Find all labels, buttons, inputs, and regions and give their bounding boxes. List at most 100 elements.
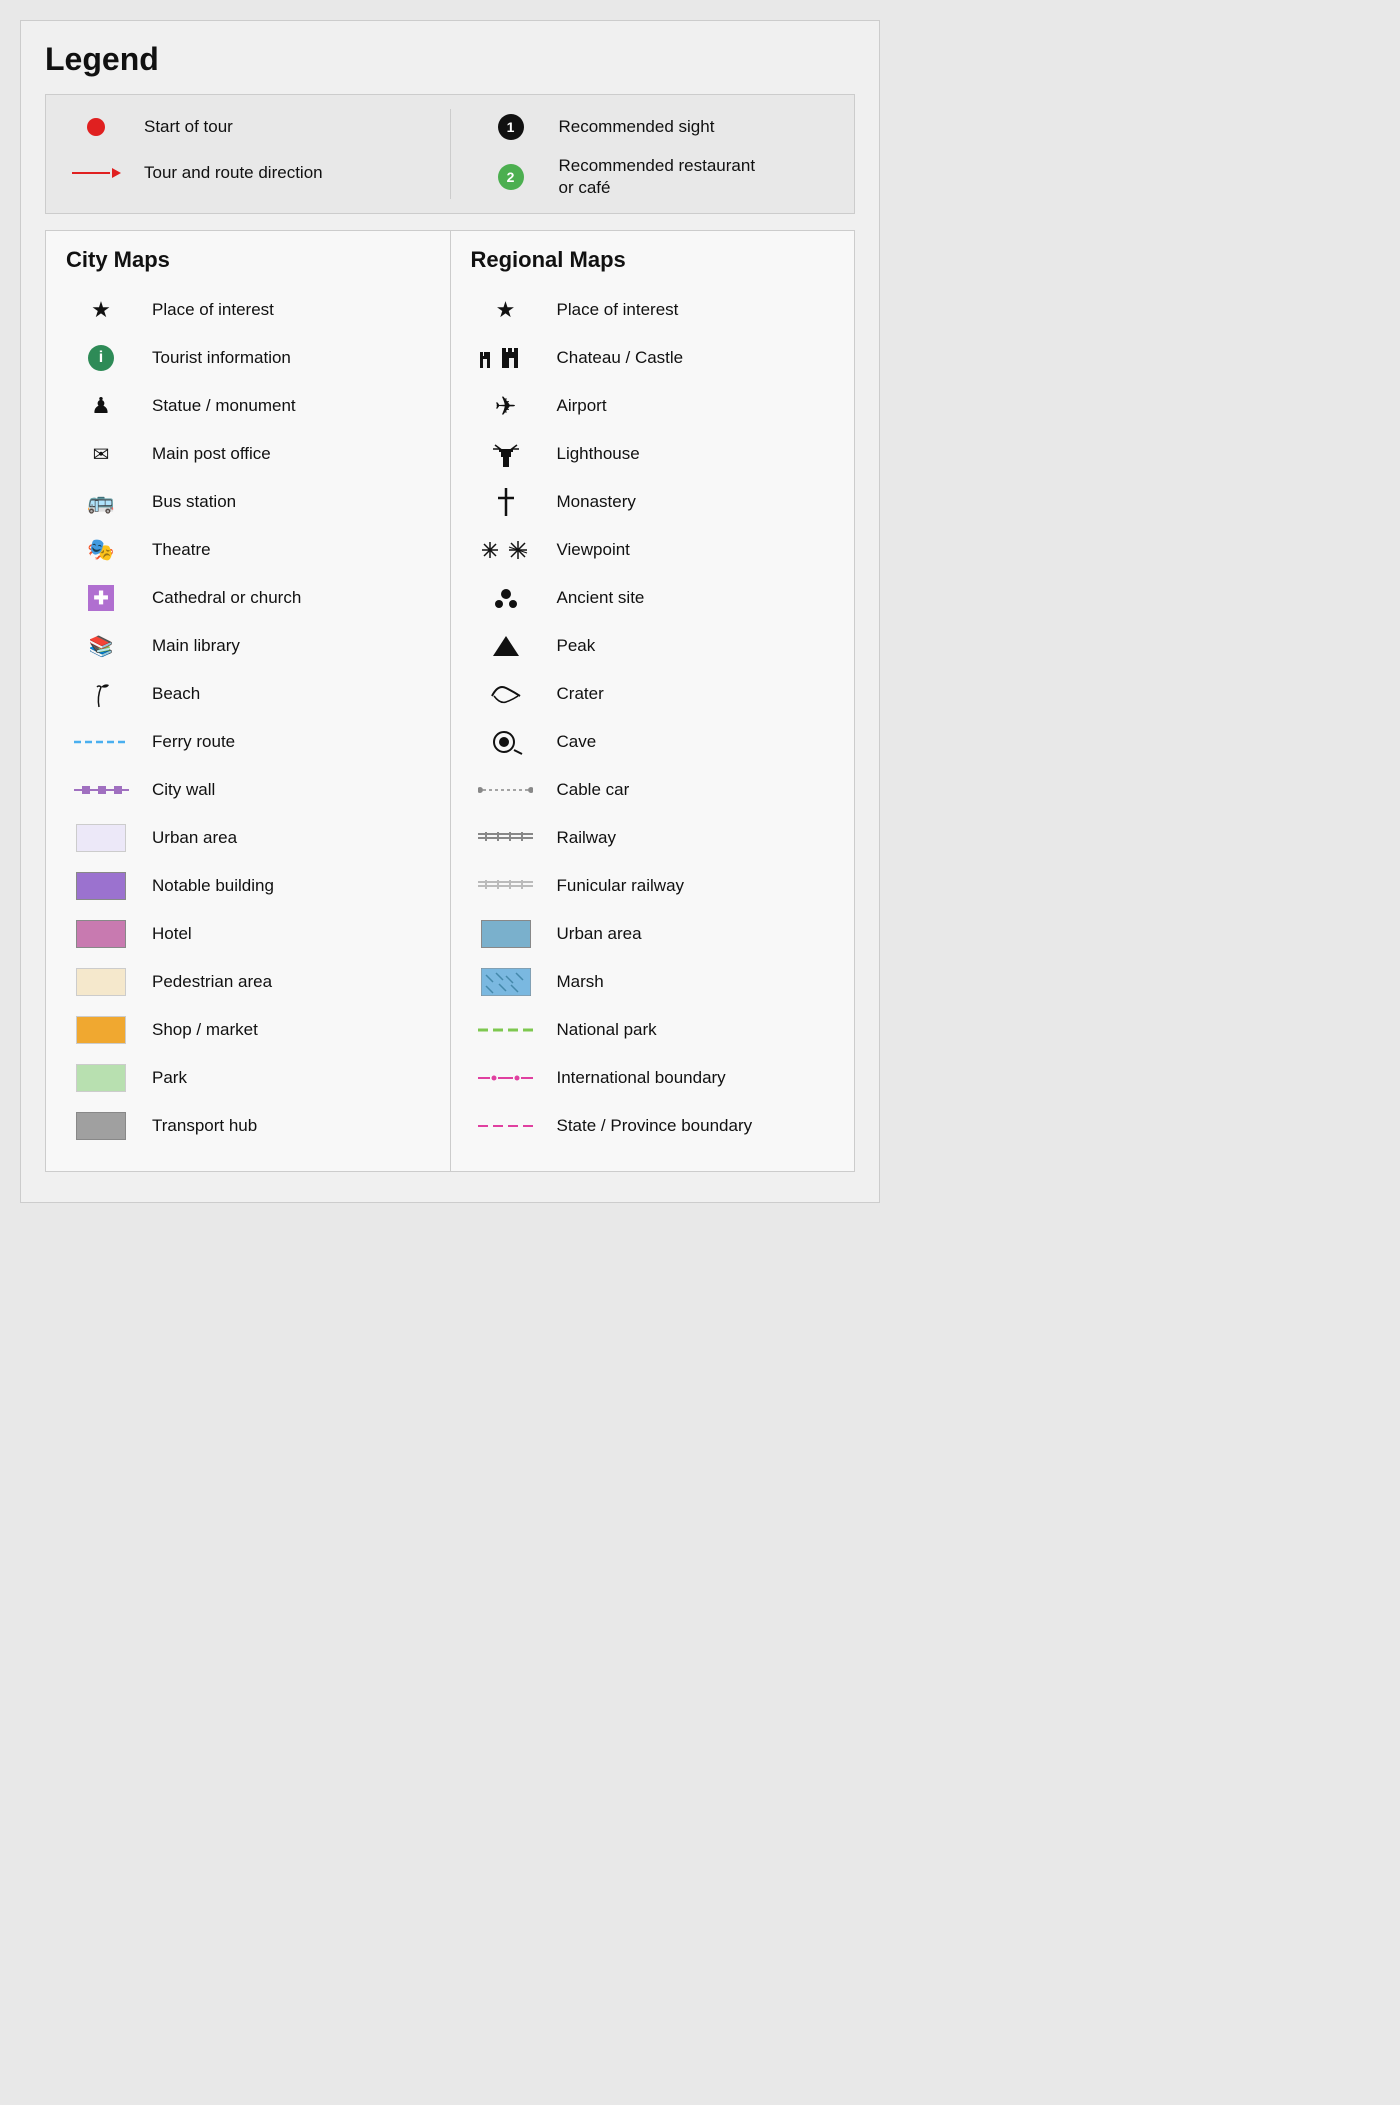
list-item: 🎭 Theatre: [66, 527, 430, 573]
regional-place-icon: ★: [471, 297, 541, 323]
monastery-label: Monastery: [557, 491, 636, 513]
urban-area-city-label: Urban area: [152, 827, 237, 849]
top-section: Start of tour Tour and route direction 1: [45, 94, 855, 214]
regional-place-label: Place of interest: [557, 299, 679, 321]
shop-market-icon: [66, 1016, 136, 1044]
bus-station-icon: 🚌: [66, 489, 136, 515]
railway-label: Railway: [557, 827, 617, 849]
city-wall-icon: [66, 782, 136, 798]
intl-boundary-label: International boundary: [557, 1067, 726, 1089]
lighthouse-icon: [471, 437, 541, 471]
castle-label: Chateau / Castle: [557, 347, 684, 369]
ferry-route-label: Ferry route: [152, 731, 235, 753]
park-icon: [66, 1064, 136, 1092]
ferry-route-icon: [66, 738, 136, 746]
national-park-label: National park: [557, 1019, 657, 1041]
beach-label: Beach: [152, 683, 200, 705]
transport-hub-icon: [66, 1112, 136, 1140]
list-item: Cable car: [471, 767, 835, 813]
columns-section: City Maps ★ Place of interest i Tourist …: [45, 230, 855, 1172]
list-item: ♟ Statue / monument: [66, 383, 430, 429]
top-left: Start of tour Tour and route direction: [66, 109, 420, 199]
place-of-interest-label: Place of interest: [152, 299, 274, 321]
library-icon: 📚: [66, 634, 136, 659]
cable-car-label: Cable car: [557, 779, 630, 801]
beach-icon: [66, 679, 136, 709]
post-office-label: Main post office: [152, 443, 271, 465]
list-item: Viewpoint: [471, 527, 835, 573]
list-item: ✉ Main post office: [66, 431, 430, 477]
peak-icon: [471, 632, 541, 660]
list-item: National park: [471, 1007, 835, 1053]
list-item: Notable building: [66, 863, 430, 909]
cave-icon: [471, 728, 541, 756]
city-maps-column: City Maps ★ Place of interest i Tourist …: [46, 231, 450, 1171]
bus-station-label: Bus station: [152, 491, 236, 513]
list-item: 2 Recommended restaurantor café: [481, 155, 835, 199]
ancient-site-label: Ancient site: [557, 587, 645, 609]
urban-area-city-icon: [66, 824, 136, 852]
list-item: Lighthouse: [471, 431, 835, 477]
intl-boundary-icon: [471, 1073, 541, 1083]
list-item: Start of tour: [66, 109, 420, 145]
cable-car-icon: [471, 783, 541, 797]
city-wall-label: City wall: [152, 779, 215, 801]
recommended-sight-label: Recommended sight: [559, 116, 715, 138]
list-item: City wall: [66, 767, 430, 813]
tour-direction-label: Tour and route direction: [144, 162, 323, 184]
list-item: i Tourist information: [66, 335, 430, 381]
list-item: 🚌 Bus station: [66, 479, 430, 525]
recommended-restaurant-label: Recommended restaurantor café: [559, 155, 756, 199]
legend-page: Legend Start of tour Tour and route dire…: [20, 20, 880, 1203]
crater-label: Crater: [557, 683, 604, 705]
urban-area-regional-label: Urban area: [557, 923, 642, 945]
crater-icon: [471, 682, 541, 706]
peak-label: Peak: [557, 635, 596, 657]
regional-maps-title: Regional Maps: [471, 247, 835, 273]
theatre-icon: 🎭: [66, 537, 136, 563]
statue-label: Statue / monument: [152, 395, 296, 417]
state-boundary-icon: [471, 1122, 541, 1130]
list-item: State / Province boundary: [471, 1103, 835, 1149]
hotel-label: Hotel: [152, 923, 192, 945]
list-item: ✚ Cathedral or church: [66, 575, 430, 621]
ancient-site-icon: [471, 586, 541, 610]
cathedral-label: Cathedral or church: [152, 587, 301, 609]
list-item: Shop / market: [66, 1007, 430, 1053]
cathedral-icon: ✚: [66, 585, 136, 611]
recommended-restaurant-icon: 2: [481, 164, 541, 190]
start-tour-label: Start of tour: [144, 116, 233, 138]
list-item: Funicular railway: [471, 863, 835, 909]
statue-icon: ♟: [66, 393, 136, 419]
list-item: 📚 Main library: [66, 623, 430, 669]
list-item: Hotel: [66, 911, 430, 957]
notable-building-icon: [66, 872, 136, 900]
transport-hub-label: Transport hub: [152, 1115, 257, 1137]
funicular-label: Funicular railway: [557, 875, 685, 897]
list-item: Ferry route: [66, 719, 430, 765]
list-item: Chateau / Castle: [471, 335, 835, 381]
list-item: Railway: [471, 815, 835, 861]
list-item: Park: [66, 1055, 430, 1101]
notable-building-label: Notable building: [152, 875, 274, 897]
library-label: Main library: [152, 635, 240, 657]
viewpoint-icon: [471, 538, 541, 562]
list-item: Peak: [471, 623, 835, 669]
list-item: Cave: [471, 719, 835, 765]
castle-icon: [471, 344, 541, 372]
airport-label: Airport: [557, 395, 607, 417]
park-label: Park: [152, 1067, 187, 1089]
tourist-info-icon: i: [66, 345, 136, 371]
list-item: Pedestrian area: [66, 959, 430, 1005]
railway-icon: [471, 831, 541, 845]
lighthouse-label: Lighthouse: [557, 443, 640, 465]
state-boundary-label: State / Province boundary: [557, 1115, 753, 1137]
urban-area-regional-icon: [471, 920, 541, 948]
tourist-info-label: Tourist information: [152, 347, 291, 369]
post-office-icon: ✉: [66, 442, 136, 467]
list-item: Transport hub: [66, 1103, 430, 1149]
tour-direction-icon: [66, 168, 126, 178]
page-title: Legend: [45, 41, 855, 78]
list-item: Urban area: [66, 815, 430, 861]
airport-icon: ✈: [471, 391, 541, 422]
